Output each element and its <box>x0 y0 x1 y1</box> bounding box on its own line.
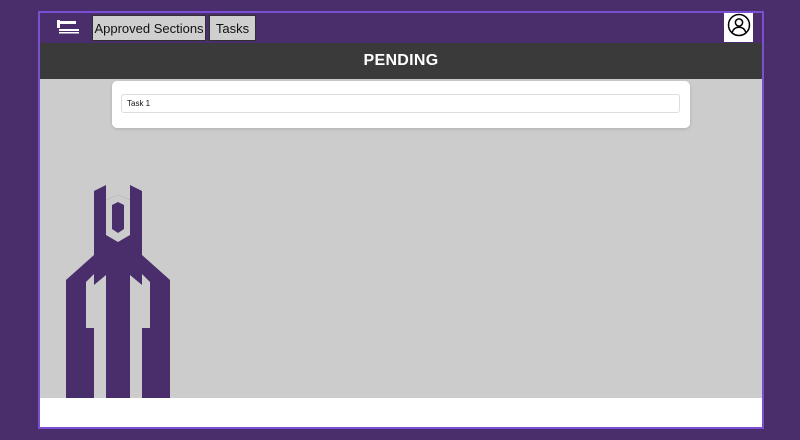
user-circle-icon <box>727 13 751 42</box>
hammer-logo-icon[interactable] <box>54 18 82 36</box>
top-navigation-bar: Approved Sections Tasks <box>40 13 762 43</box>
footer-strip <box>40 398 762 427</box>
page-title-bar: PENDING <box>40 43 762 79</box>
task-item[interactable]: Task 1 <box>121 94 680 113</box>
profile-button[interactable] <box>724 13 753 42</box>
tower-graphic <box>66 185 170 398</box>
page-title: PENDING <box>363 52 439 69</box>
content-area: Task 1 <box>40 79 762 398</box>
nav-approved-sections-button[interactable]: Approved Sections <box>92 15 206 41</box>
nav-tasks-button[interactable]: Tasks <box>209 15 256 41</box>
app-frame: Approved Sections Tasks PENDING Task 1 <box>38 11 764 429</box>
task-list-card: Task 1 <box>112 81 690 128</box>
